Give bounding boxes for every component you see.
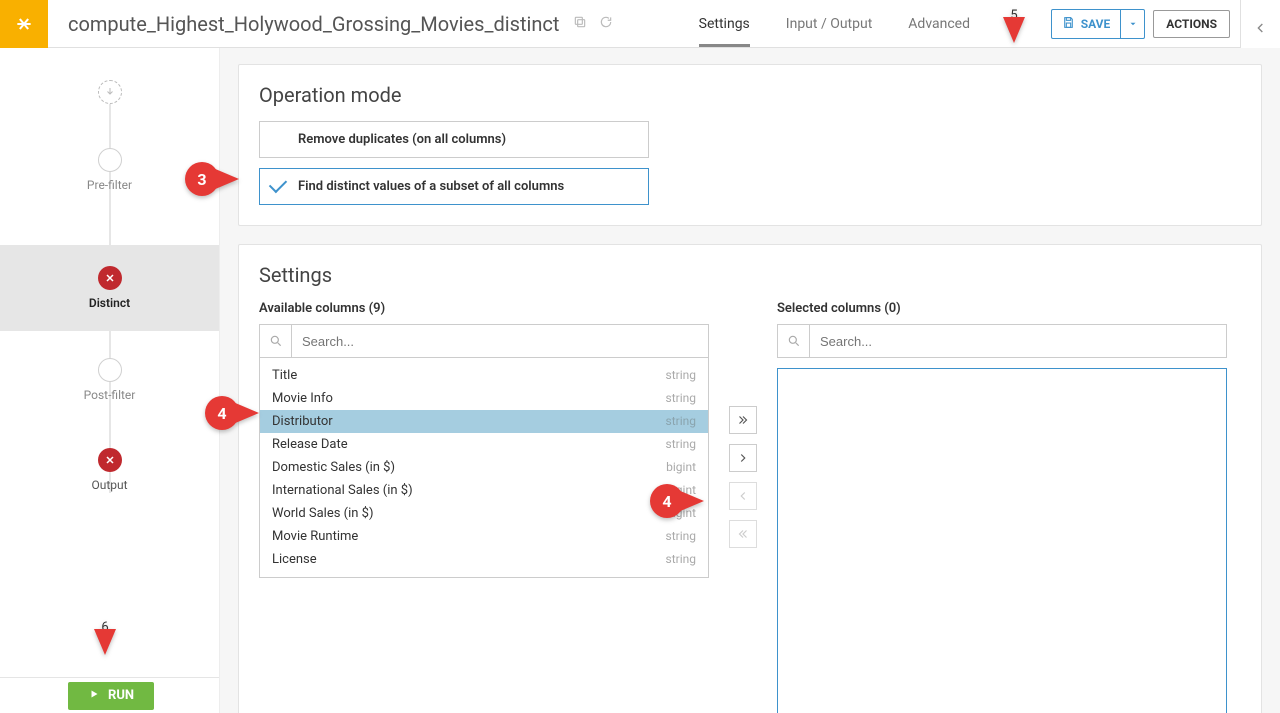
flow-distinct-icon: [98, 266, 122, 290]
column-row[interactable]: Movie Runtime string: [260, 525, 708, 548]
flow-postfilter-icon[interactable]: [98, 358, 122, 382]
flow-distinct-label: Distinct: [89, 296, 130, 310]
actions-button[interactable]: ACTIONS: [1153, 10, 1230, 38]
column-row[interactable]: World Sales (in $) bigint: [260, 502, 708, 525]
header-tabs: Settings Input / Output Advanced: [699, 0, 970, 47]
flow-distinct-row[interactable]: Distinct: [0, 245, 219, 331]
selected-search: [777, 324, 1227, 358]
column-row[interactable]: Title string: [260, 364, 708, 387]
transfer-buttons: [729, 301, 757, 548]
flow-postfilter-label: Post-filter: [0, 388, 219, 402]
column-name: License: [272, 552, 317, 567]
content-area: Operation mode Remove duplicates (on all…: [220, 48, 1280, 713]
column-type: bigint: [666, 506, 696, 521]
operation-mode-card: Operation mode Remove duplicates (on all…: [238, 64, 1262, 226]
op-find-distinct[interactable]: Find distinct values of a subset of all …: [259, 168, 649, 205]
column-row[interactable]: Distributor string: [260, 410, 708, 433]
save-label: SAVE: [1081, 17, 1111, 31]
search-icon: [778, 325, 810, 357]
column-type: bigint: [666, 483, 696, 498]
settings-card: Settings Available columns (9) Title stri…: [238, 244, 1262, 713]
available-columns-label: Available columns (9): [259, 301, 709, 316]
flow-input-icon[interactable]: [98, 80, 122, 104]
search-icon: [260, 325, 292, 357]
header-title-icons: [573, 15, 613, 33]
flow-prefilter-icon[interactable]: [98, 148, 122, 172]
save-icon: [1062, 16, 1075, 32]
column-row[interactable]: International Sales (in $) bigint: [260, 479, 708, 502]
move-left-button[interactable]: [729, 482, 757, 510]
column-type: string: [666, 437, 696, 452]
selected-columns-list: [777, 368, 1227, 713]
move-all-left-button[interactable]: [729, 520, 757, 548]
collapse-icon[interactable]: [1253, 20, 1269, 36]
run-label: RUN: [108, 688, 134, 703]
main: Pre-filter Distinct Post-filter Output: [0, 48, 1280, 713]
tab-advanced[interactable]: Advanced: [908, 0, 970, 47]
flow-output-icon[interactable]: [98, 448, 122, 472]
save-button[interactable]: SAVE: [1051, 9, 1122, 39]
column-type: string: [666, 368, 696, 383]
column-row[interactable]: License string: [260, 548, 708, 571]
column-name: Movie Info: [272, 391, 333, 406]
tab-io[interactable]: Input / Output: [786, 0, 873, 47]
column-name: Release Date: [272, 437, 348, 452]
available-columns-list: Title string Movie Info string Distributor st…: [259, 358, 709, 578]
move-all-right-button[interactable]: [729, 406, 757, 434]
column-type: string: [666, 552, 696, 567]
column-name: World Sales (in $): [272, 506, 374, 521]
run-bar: RUN: [0, 677, 219, 713]
run-button[interactable]: RUN: [68, 682, 154, 710]
column-name: Domestic Sales (in $): [272, 460, 395, 475]
flow-prefilter-label: Pre-filter: [0, 178, 219, 192]
op-remove-duplicates[interactable]: Remove duplicates (on all columns): [259, 121, 649, 158]
copy-icon[interactable]: [573, 15, 587, 33]
settings-title: Settings: [239, 245, 1261, 301]
column-type: string: [666, 391, 696, 406]
selected-columns-label: Selected columns (0): [777, 301, 1227, 316]
header-buttons: SAVE ACTIONS: [1051, 9, 1230, 39]
column-row[interactable]: Domestic Sales (in $) bigint: [260, 456, 708, 479]
column-type: string: [666, 529, 696, 544]
move-right-button[interactable]: [729, 444, 757, 472]
save-dropdown[interactable]: [1121, 9, 1145, 39]
operation-mode-title: Operation mode: [239, 65, 1261, 121]
column-name: International Sales (in $): [272, 483, 413, 498]
column-name: Title: [272, 368, 297, 383]
selected-columns-pane: Selected columns (0): [777, 301, 1227, 713]
column-row[interactable]: Release Date string: [260, 433, 708, 456]
save-button-group: SAVE: [1051, 9, 1146, 39]
available-search-input[interactable]: [292, 334, 708, 349]
available-search: [259, 324, 709, 358]
column-type: string: [666, 414, 696, 429]
flow-output-label: Output: [0, 478, 219, 492]
tab-settings[interactable]: Settings: [699, 0, 750, 47]
column-type: bigint: [666, 460, 696, 475]
column-name: Distributor: [272, 414, 333, 429]
header: compute_Highest_Holywood_Grossing_Movies…: [0, 0, 1280, 48]
recipe-icon: [0, 0, 48, 48]
flow-panel: Pre-filter Distinct Post-filter Output: [0, 48, 220, 713]
column-name: Movie Runtime: [272, 529, 358, 544]
column-row[interactable]: Movie Info string: [260, 387, 708, 410]
refresh-icon[interactable]: [599, 15, 613, 33]
available-columns-pane: Available columns (9) TitlestringMovie I…: [259, 301, 709, 578]
recipe-title: compute_Highest_Holywood_Grossing_Movies…: [48, 12, 559, 36]
play-icon: [88, 688, 100, 704]
selected-search-input[interactable]: [810, 334, 1226, 349]
